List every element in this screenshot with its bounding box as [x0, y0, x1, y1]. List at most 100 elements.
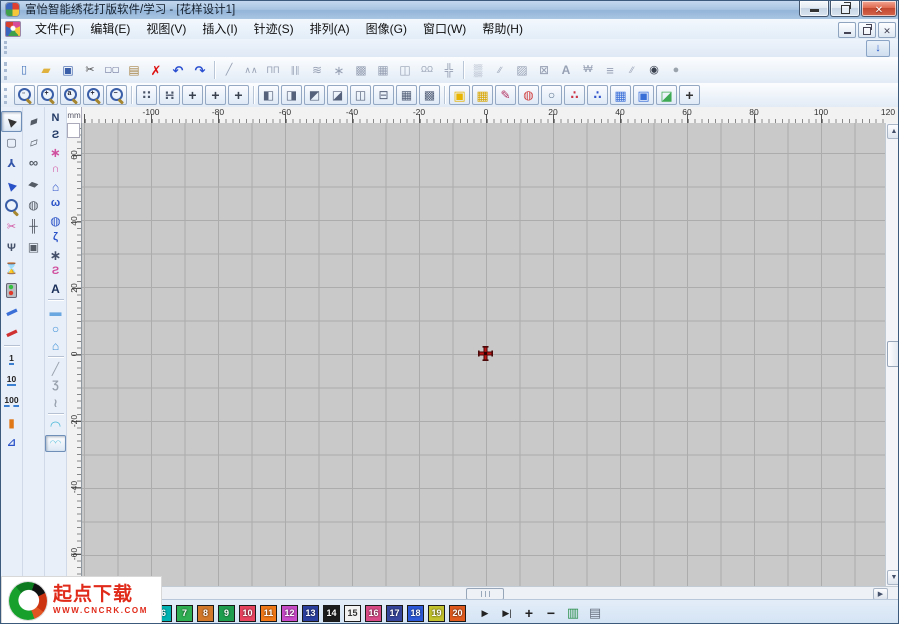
toolbar-grip[interactable]: [4, 41, 11, 54]
color-swatch-17[interactable]: 17: [386, 605, 403, 622]
line-draw-tool[interactable]: ╱: [46, 361, 65, 376]
divide-tool[interactable]: ✂: [2, 218, 21, 237]
thread-colors-icon[interactable]: ∴: [564, 85, 585, 105]
bead-dot-icon[interactable]: ◉: [644, 60, 664, 80]
satin-input-tool[interactable]: ∩: [46, 162, 65, 177]
align-center-icon[interactable]: ▦: [396, 85, 417, 105]
align-bottom-icon[interactable]: ◪: [327, 85, 348, 105]
horizontal-scrollbar[interactable]: ◀ ▶: [67, 586, 899, 600]
dot-fill-icon[interactable]: ▒: [468, 60, 488, 80]
zoom-tool[interactable]: [2, 197, 21, 216]
circle-fill-tool[interactable]: ◍: [46, 213, 65, 228]
align-top-icon[interactable]: ◩: [304, 85, 325, 105]
sequin-run-icon[interactable]: ₩: [578, 60, 598, 80]
menu-e[interactable]: 编辑(E): [82, 20, 138, 39]
vertical-scrollbar[interactable]: ▲ ▼: [885, 123, 899, 586]
thread-colors2-icon[interactable]: ∴: [587, 85, 608, 105]
thread-chart-button[interactable]: ▥: [564, 605, 582, 622]
zoom-in-icon[interactable]: +: [37, 85, 58, 105]
toolbar-grip[interactable]: [4, 88, 11, 105]
menu-a[interactable]: 排列(A): [302, 20, 358, 39]
close-button[interactable]: [861, 1, 897, 17]
menu-w[interactable]: 窗口(W): [415, 20, 474, 39]
stitch-order-tool[interactable]: ⌛: [2, 260, 21, 279]
menu-s[interactable]: 针迹(S): [246, 20, 302, 39]
align-center-v-icon[interactable]: ◫: [350, 85, 371, 105]
scroll-up-button[interactable]: ▲: [887, 124, 899, 139]
menu-h[interactable]: 帮助(H): [474, 20, 531, 39]
show-window-icon[interactable]: ▣: [633, 85, 654, 105]
complex-fill-tool[interactable]: ω: [46, 196, 65, 211]
tatami-fill-icon[interactable]: ▩: [351, 60, 371, 80]
lettering-icon[interactable]: A: [556, 60, 576, 80]
zoom-plus-icon[interactable]: +: [83, 85, 104, 105]
move-pattern-icon[interactable]: +: [205, 85, 226, 105]
run-input-tool[interactable]: ∗: [46, 145, 65, 160]
color-swatch-9[interactable]: 9: [218, 605, 235, 622]
pan-pattern-icon[interactable]: +: [228, 85, 249, 105]
design-notes-icon[interactable]: ▣: [449, 85, 470, 105]
run100-tool[interactable]: 100: [2, 392, 21, 411]
delete-icon[interactable]: ✗: [146, 60, 166, 80]
background-image-icon[interactable]: ◪: [656, 85, 677, 105]
marquee-select-tool[interactable]: ▢: [2, 134, 21, 153]
zoom-region-icon[interactable]: ▫: [14, 85, 35, 105]
thread-spool-tool[interactable]: ▮: [2, 413, 21, 432]
overlap-rings-tool[interactable]: ∞: [24, 153, 43, 172]
color-swatch-12[interactable]: 12: [281, 605, 298, 622]
arc-draw-tool[interactable]: ◠: [46, 418, 65, 433]
multi-arc-tool[interactable]: ◠◠: [45, 435, 66, 452]
patch-blue-tool[interactable]: ▬: [2, 302, 21, 321]
contour-fill-icon[interactable]: ≡: [600, 60, 620, 80]
bead-ellipse-icon[interactable]: ●: [666, 60, 686, 80]
fur-stitch-icon[interactable]: ⁄⁄: [622, 60, 642, 80]
add-color-button[interactable]: +: [520, 605, 538, 622]
run10-tool[interactable]: 10: [2, 371, 21, 390]
distribute-icon[interactable]: ▩: [419, 85, 440, 105]
origin-cross-icon[interactable]: +: [679, 85, 700, 105]
copy-icon[interactable]: ▢▢: [102, 60, 122, 80]
mdi-close-button[interactable]: [878, 22, 896, 38]
zoom-actual-icon[interactable]: a: [60, 85, 81, 105]
align-center-h-icon[interactable]: ⊟: [373, 85, 394, 105]
text-tool[interactable]: A: [46, 281, 65, 296]
mdi-minimize-button[interactable]: [838, 22, 856, 38]
color-swatch-20[interactable]: 20: [449, 605, 466, 622]
grid-fill-icon[interactable]: ▦: [373, 60, 393, 80]
color-swatch-16[interactable]: 16: [365, 605, 382, 622]
next-color-button[interactable]: ▶: [476, 605, 494, 622]
node-edit-tool[interactable]: ⅄: [2, 155, 21, 174]
menu-f[interactable]: 文件(F): [27, 20, 82, 39]
redo-icon[interactable]: ↷: [190, 60, 210, 80]
column-fill-icon[interactable]: ◫: [395, 60, 415, 80]
patch-red-tool[interactable]: ▬: [2, 323, 21, 342]
save-icon[interactable]: ▣: [58, 60, 78, 80]
select-tool[interactable]: ▶: [1, 111, 22, 132]
applique-icon[interactable]: ⊠: [534, 60, 554, 80]
last-color-button[interactable]: ▶|: [498, 605, 516, 622]
cross-stitch-icon[interactable]: ╬: [439, 60, 459, 80]
grid-layout2-icon[interactable]: ∺: [159, 85, 180, 105]
polygon-tool[interactable]: ⌂: [46, 338, 65, 353]
restore-button[interactable]: [830, 1, 860, 17]
color-order-button[interactable]: ▤: [586, 605, 604, 622]
satin-stitch-icon[interactable]: ∥∥: [285, 60, 305, 80]
color-swatch-19[interactable]: 19: [428, 605, 445, 622]
capsule-split-tool[interactable]: ▱: [24, 132, 43, 151]
cut-icon[interactable]: ✂: [80, 60, 100, 80]
wave-fill-icon[interactable]: ≋: [307, 60, 327, 80]
ellipse-tool[interactable]: ○: [46, 321, 65, 336]
outline-view-icon[interactable]: ○: [541, 85, 562, 105]
mirror-tool[interactable]: Ψ: [2, 239, 21, 258]
toolbar-options-icon[interactable]: ↓: [868, 39, 888, 59]
radial-fill-icon[interactable]: ∗: [329, 60, 349, 80]
density-view-icon[interactable]: ◍: [518, 85, 539, 105]
color-swatch-8[interactable]: 8: [197, 605, 214, 622]
arc3-draw-tool[interactable]: Ʒ: [46, 378, 65, 393]
show-grid-icon[interactable]: ▦: [610, 85, 631, 105]
paste-icon[interactable]: ▤: [124, 60, 144, 80]
run-stitch-icon[interactable]: ╱: [219, 60, 239, 80]
curve-run-tool[interactable]: Ƨ: [46, 128, 65, 143]
motif-stitch-icon[interactable]: ΩΩ: [417, 60, 437, 80]
color-swatch-10[interactable]: 10: [239, 605, 256, 622]
